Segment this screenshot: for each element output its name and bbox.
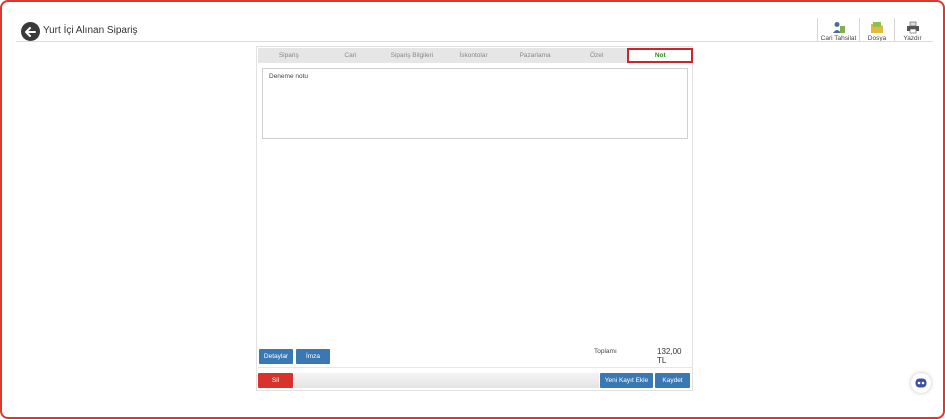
total-label: Toplamı <box>594 348 617 355</box>
tab-pazarlama[interactable]: Pazarlama <box>504 48 566 63</box>
total-value: 132,00 TL <box>657 347 682 365</box>
kaydet-button[interactable]: Kaydet <box>655 373 690 388</box>
cari-tahsilat-button[interactable]: Cari Tahsilat <box>817 18 859 42</box>
dosya-button[interactable]: Dosya <box>859 18 894 42</box>
back-arrow-icon <box>25 26 36 37</box>
sil-button[interactable]: Sil <box>258 373 293 388</box>
tab-bar: Sipariş Cari Sipariş Bilgileri İskontola… <box>258 48 694 63</box>
tab-cari[interactable]: Cari <box>320 48 382 63</box>
order-form-panel: Sipariş Cari Sipariş Bilgileri İskontola… <box>256 46 694 391</box>
app-window: Yurt İçi Alınan Sipariş Cari Tahsilat Do… <box>0 0 945 419</box>
back-button[interactable] <box>21 22 40 41</box>
tab-iskontolar[interactable]: İskontolar <box>443 48 505 63</box>
user-money-icon <box>832 22 845 33</box>
tab-siparis[interactable]: Sipariş <box>258 48 320 63</box>
footer-divider <box>258 367 693 368</box>
yeni-kayit-ekle-button[interactable]: Yeni Kayıt Ekle <box>600 373 653 388</box>
printer-icon <box>906 21 919 34</box>
header-divider <box>16 41 933 42</box>
note-textarea[interactable]: Deneme notu <box>262 68 688 139</box>
page-title: Yurt İçi Alınan Sipariş <box>43 25 138 36</box>
footer-bar <box>294 373 599 388</box>
tab-ozel[interactable]: Özel <box>566 48 628 63</box>
tab-not[interactable]: Not <box>627 48 694 63</box>
tab-siparis-bilgileri[interactable]: Sipariş Bilgileri <box>381 48 443 63</box>
chat-button[interactable] <box>911 373 931 393</box>
yazdir-button[interactable]: Yazdır <box>894 18 930 42</box>
chat-bot-icon <box>915 378 927 388</box>
imza-button[interactable]: İmza <box>296 349 330 364</box>
folder-icon <box>871 22 883 33</box>
detaylar-button[interactable]: Detaylar <box>259 349 293 364</box>
